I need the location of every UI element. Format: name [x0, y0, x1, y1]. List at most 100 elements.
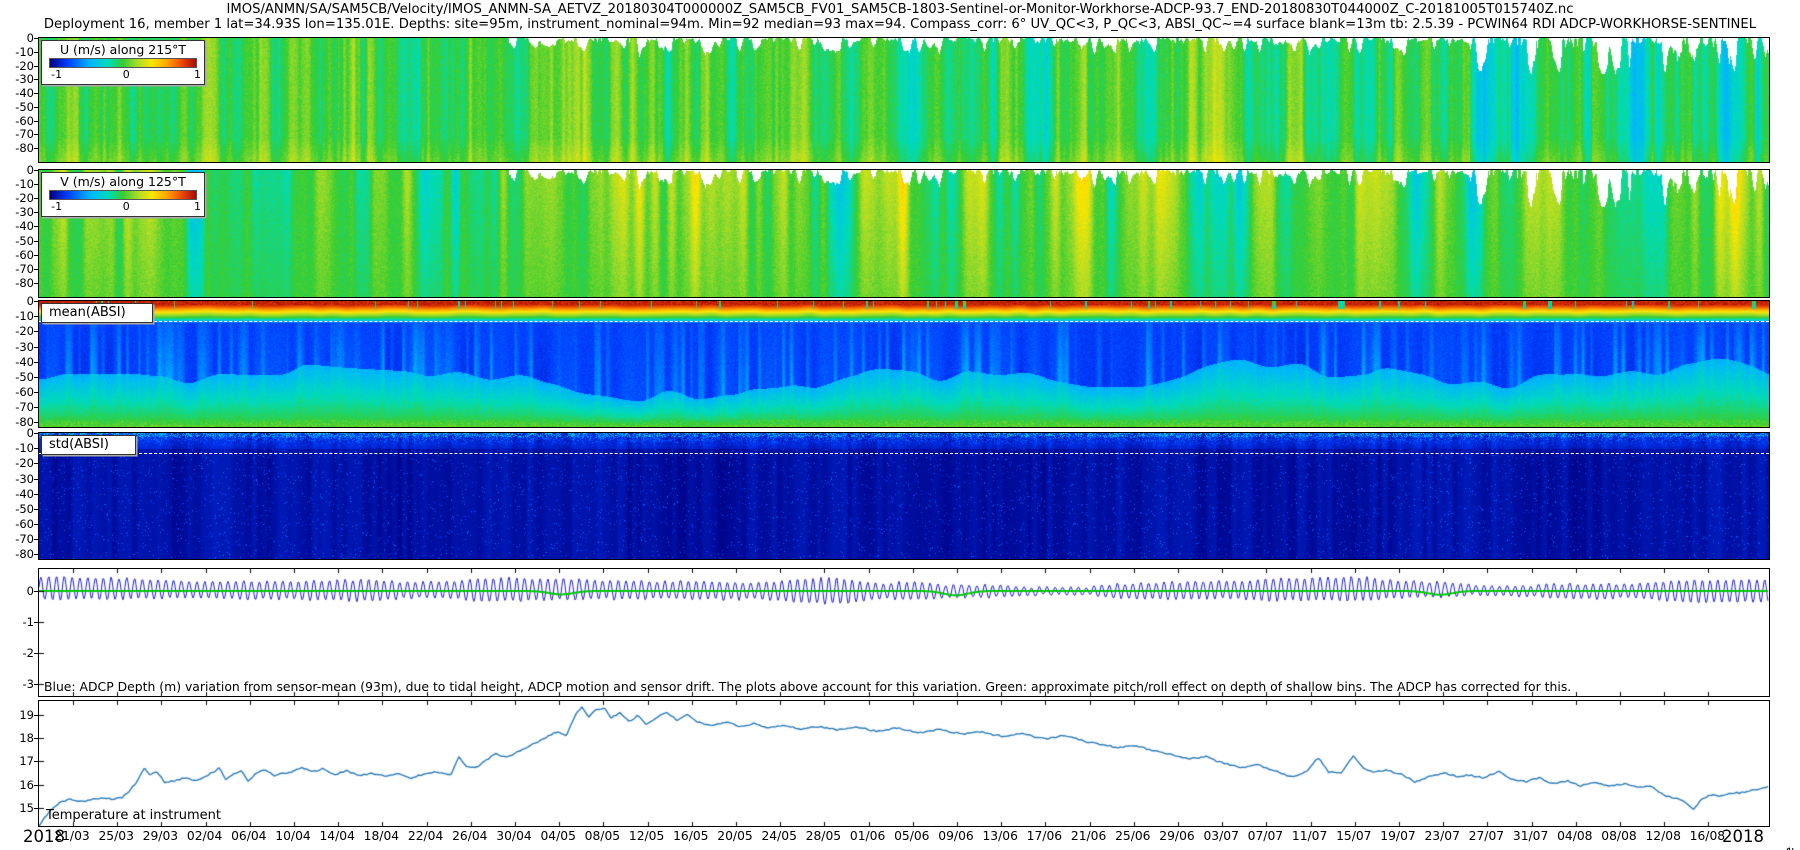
y-axis-tick-label: 15 — [2, 802, 34, 814]
y-axis-tick-label: -1 — [2, 616, 34, 628]
y-axis-tick-label: -20 — [2, 60, 34, 72]
y-axis-tick-label: -80 — [2, 277, 34, 289]
y-axis-tick — [34, 66, 39, 67]
x-axis-date-label: 04/05 — [540, 829, 575, 843]
surface-blank-line — [39, 321, 1769, 322]
y-axis-tick-label: 0 — [2, 32, 34, 44]
v-legend-title: V (m/s) along 125°T — [42, 174, 204, 189]
panel-u-velocity: U (m/s) along 215°T -1 0 1 0-10-20-30-40… — [38, 37, 1770, 163]
y-axis-tick — [34, 148, 39, 149]
y-axis-tick-label: -30 — [2, 473, 34, 485]
x-axis-date-label: 21/03 — [54, 829, 89, 843]
y-axis-tick-label: 18 — [2, 732, 34, 744]
colorbar-tick-max: 1 — [194, 68, 201, 81]
x-axis-date-label: 14/04 — [319, 829, 354, 843]
x-axis-date-label: 04/08 — [1557, 829, 1592, 843]
y-axis-tick-label: -60 — [2, 115, 34, 127]
y-axis-tick — [34, 539, 39, 540]
x-axis-date-label: 23/07 — [1424, 829, 1459, 843]
y-axis-tick — [34, 170, 39, 171]
x-axis-date-label: 08/08 — [1601, 829, 1636, 843]
x-axis-date-label: 19/07 — [1380, 829, 1415, 843]
surface-blank-line — [39, 453, 1769, 454]
y-axis-tick — [34, 392, 39, 393]
v-colorbar-ticks: -1 0 1 — [42, 200, 204, 213]
y-axis-tick-label: -80 — [2, 142, 34, 154]
y-axis-tick — [34, 38, 39, 39]
u-colorbar-legend: U (m/s) along 215°T -1 0 1 — [41, 40, 205, 85]
x-axis-date-label: 01/06 — [850, 829, 885, 843]
x-axis-date-label: 07/07 — [1248, 829, 1283, 843]
y-axis-tick — [34, 407, 39, 408]
y-axis-tick — [34, 79, 39, 80]
y-axis-tick-label: -10 — [2, 310, 34, 322]
y-axis-tick — [34, 226, 39, 227]
figure-title: IMOS/ANMN/SA/SAM5CB/Velocity/IMOS_ANMN-S… — [0, 2, 1800, 17]
y-axis-tick — [34, 283, 39, 284]
y-axis-tick-label: -70 — [2, 128, 34, 140]
y-axis-tick — [34, 653, 39, 654]
mean-absi-label: mean(ABSI) — [41, 303, 153, 323]
depth-variation-caption: Blue: ADCP Depth (m) variation from sens… — [44, 679, 1571, 694]
x-axis-date-label: 24/05 — [761, 829, 796, 843]
temperature-plot — [39, 701, 1769, 826]
y-axis-tick-label: -70 — [2, 263, 34, 275]
colorbar-tick-zero: 0 — [123, 200, 130, 213]
colorbar-tick-max: 1 — [194, 200, 201, 213]
depth-variation-plot — [39, 569, 1769, 696]
x-axis-date-label: 31/07 — [1513, 829, 1548, 843]
y-axis-tick — [34, 331, 39, 332]
axis-year-right: 2018 — [1722, 827, 1764, 846]
u-velocity-heatmap — [39, 38, 1769, 162]
y-axis-tick-label: -50 — [2, 101, 34, 113]
y-axis-tick-label: -40 — [2, 87, 34, 99]
y-axis-tick — [34, 761, 39, 762]
y-axis-tick — [34, 622, 39, 623]
y-axis-tick — [34, 808, 39, 809]
y-axis-tick-label: -40 — [2, 220, 34, 232]
x-axis-date-label: 12/05 — [629, 829, 664, 843]
x-axis-date-label: 06/04 — [231, 829, 266, 843]
x-axis-date-label: 22/04 — [408, 829, 443, 843]
y-axis-tick — [34, 479, 39, 480]
x-axis-date-label: 05/06 — [894, 829, 929, 843]
y-axis-tick — [34, 316, 39, 317]
y-axis-tick-label: -10 — [2, 178, 34, 190]
y-axis-tick-label: -50 — [2, 503, 34, 515]
x-axis-date-label: 12/08 — [1645, 829, 1680, 843]
y-axis-tick-label: -30 — [2, 341, 34, 353]
y-axis-tick — [34, 184, 39, 185]
std-absi-heatmap — [39, 433, 1769, 559]
y-axis-tick — [34, 52, 39, 53]
y-axis-tick — [34, 134, 39, 135]
y-axis-tick-label: 16 — [2, 779, 34, 791]
y-axis-tick-label: -20 — [2, 192, 34, 204]
y-axis-tick-label: 0 — [2, 164, 34, 176]
y-axis-tick — [34, 121, 39, 122]
y-axis-tick-label: 0 — [2, 427, 34, 439]
panel-mean-absi: mean(ABSI) 0-10-20-30-40-50-60-70-80 — [38, 300, 1770, 428]
x-axis-date-label: 17/06 — [1027, 829, 1062, 843]
y-axis-tick — [34, 524, 39, 525]
y-axis-tick-label: -2 — [2, 647, 34, 659]
y-axis-tick-label: -60 — [2, 249, 34, 261]
y-axis-tick — [34, 433, 39, 434]
y-axis-tick-label: -60 — [2, 518, 34, 530]
x-axis-date-label: 08/05 — [585, 829, 620, 843]
y-axis-tick-label: -60 — [2, 386, 34, 398]
colorbar-tick-min: -1 — [51, 200, 62, 213]
time-axis: 2018 2018 21/0325/0329/0302/0406/0410/04… — [0, 827, 1800, 849]
panel-temperature: Temperature at instrument 1918171615 — [38, 700, 1770, 827]
jet-colorbar — [49, 58, 197, 68]
y-axis-tick-label: -20 — [2, 325, 34, 337]
u-legend-title: U (m/s) along 215°T — [42, 42, 204, 57]
y-axis-tick-label: -80 — [2, 548, 34, 560]
y-axis-tick — [34, 107, 39, 108]
y-axis-tick — [34, 255, 39, 256]
x-axis-date-label: 09/06 — [938, 829, 973, 843]
y-axis-tick — [34, 198, 39, 199]
y-axis-tick-label: -50 — [2, 371, 34, 383]
y-axis-tick-label: -40 — [2, 356, 34, 368]
x-axis-date-label: 25/06 — [1115, 829, 1150, 843]
y-axis-tick-label: -70 — [2, 533, 34, 545]
